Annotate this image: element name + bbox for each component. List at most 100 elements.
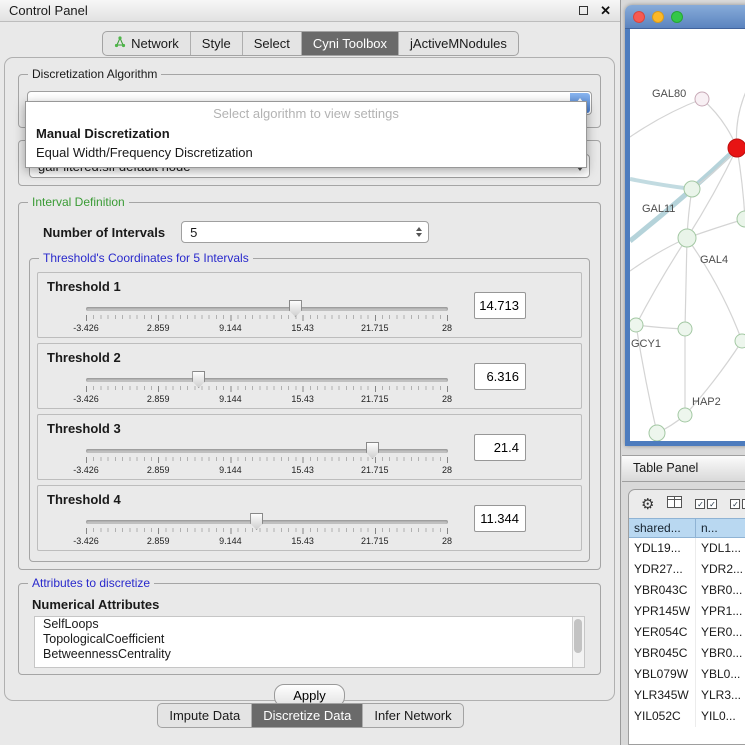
tab-impute-data[interactable]: Impute Data — [158, 704, 251, 727]
network-node[interactable] — [737, 211, 745, 227]
threshold-value-field[interactable] — [474, 434, 526, 461]
table-row[interactable]: YDR27...YDR2... — [629, 559, 745, 580]
axis-label: 15.43 — [291, 465, 314, 475]
network-node[interactable] — [649, 425, 665, 441]
zoom-traffic-light-icon[interactable] — [671, 11, 683, 23]
num-intervals-label: Number of Intervals — [43, 225, 165, 240]
network-node[interactable] — [678, 408, 692, 422]
threshold-slider[interactable]: -3.4262.8599.14415.4321.71528 — [86, 441, 448, 479]
dropdown-option-equal-width[interactable]: Equal Width/Frequency Discretization — [26, 143, 586, 162]
close-icon[interactable]: ✕ — [600, 3, 611, 19]
table-row[interactable]: YBR043CYBR0... — [629, 580, 745, 601]
table-cell[interactable]: YPR145W — [629, 601, 696, 622]
axis-labels: -3.4262.8599.14415.4321.71528 — [86, 465, 447, 476]
slider-track[interactable] — [86, 449, 448, 453]
close-traffic-light-icon[interactable] — [633, 11, 645, 23]
threshold-slider[interactable]: -3.4262.8599.14415.4321.71528 — [86, 299, 448, 337]
network-edge — [737, 148, 745, 219]
threshold-value-field[interactable] — [474, 292, 526, 319]
gear-icon[interactable]: ⚙ — [641, 495, 654, 513]
network-icon — [114, 36, 126, 51]
threshold-label: Threshold 1 — [47, 279, 121, 294]
table-row[interactable]: YBR045CYBR0... — [629, 643, 745, 664]
network-window-titlebar[interactable] — [625, 5, 745, 29]
network-node-label: GAL11 — [642, 203, 675, 215]
tab-style[interactable]: Style — [190, 32, 242, 55]
minimize-traffic-light-icon[interactable] — [652, 11, 664, 23]
columns-icon[interactable] — [667, 495, 682, 513]
threshold-slider[interactable]: -3.4262.8599.14415.4321.71528 — [86, 512, 448, 550]
table-cell[interactable]: YDR2... — [696, 559, 745, 580]
axis-labels: -3.4262.8599.14415.4321.71528 — [86, 323, 447, 334]
table-cell[interactable]: YBR043C — [629, 580, 696, 601]
list-item[interactable]: TopologicalCoefficient — [35, 632, 584, 647]
table-cell[interactable]: YDL19... — [629, 538, 696, 559]
tab-label: Impute Data — [169, 708, 240, 723]
table-cell[interactable]: YER054C — [629, 622, 696, 643]
table-row[interactable]: YER054CYER0... — [629, 622, 745, 643]
table-row[interactable]: YIL052CYIL0... — [629, 706, 745, 727]
table-cell[interactable]: YDL1... — [696, 538, 745, 559]
table-row[interactable]: YDL19...YDL1... — [629, 538, 745, 559]
num-intervals-combobox[interactable]: 5 — [181, 221, 429, 243]
attributes-list[interactable]: SelfLoopsTopologicalCoefficientBetweenne… — [34, 616, 585, 668]
float-window-icon[interactable] — [579, 6, 588, 15]
threshold-slider[interactable]: -3.4262.8599.14415.4321.71528 — [86, 370, 448, 408]
tab-jactivemnodules[interactable]: jActiveMNodules — [398, 32, 518, 55]
tab-cyni-toolbox[interactable]: Cyni Toolbox — [301, 32, 398, 55]
slider-track[interactable] — [86, 307, 448, 311]
thresholds-group: Threshold's Coordinates for 5 Intervals … — [29, 258, 590, 562]
network-node[interactable] — [630, 318, 643, 332]
scrollbar-thumb[interactable] — [574, 619, 582, 653]
table-cell[interactable]: YIL0... — [696, 706, 745, 727]
slider-track[interactable] — [86, 378, 448, 382]
tab-select[interactable]: Select — [242, 32, 301, 55]
table-row[interactable]: YLR345WYLR3... — [629, 685, 745, 706]
tab-network[interactable]: Network — [103, 32, 190, 55]
attributes-list-items: SelfLoopsTopologicalCoefficientBetweenne… — [35, 617, 584, 662]
table-row[interactable]: YBL079WYBL0... — [629, 664, 745, 685]
table-cell[interactable]: YBR045C — [629, 643, 696, 664]
threshold-value-field[interactable] — [474, 363, 526, 390]
dropdown-option-manual[interactable]: Manual Discretization — [26, 124, 586, 143]
axis-labels: -3.4262.8599.14415.4321.71528 — [86, 536, 447, 547]
axis-label: 21.715 — [361, 394, 389, 404]
network-view-frame: GAL80GAL11GAL4GCY1HAP2 — [625, 29, 745, 446]
select-rows-icon[interactable]: ✓ — [730, 499, 745, 509]
attributes-scrollbar[interactable] — [572, 617, 584, 667]
table-cell[interactable]: YBL0... — [696, 664, 745, 685]
table-cell[interactable]: YPR1... — [696, 601, 745, 622]
column-header-name[interactable]: n... — [696, 518, 745, 538]
table-cell[interactable]: YBL079W — [629, 664, 696, 685]
table-cell[interactable]: YLR3... — [696, 685, 745, 706]
slider-track[interactable] — [86, 520, 448, 524]
threshold-panel: Threshold 3 -3.4262.8599.14415.4321.7152… — [37, 414, 582, 480]
select-columns-icon[interactable]: ✓ ✓ — [695, 499, 717, 509]
checkbox-icon: ✓ — [730, 499, 740, 509]
network-node[interactable] — [735, 334, 745, 348]
network-node-label: GAL80 — [652, 88, 686, 100]
table-cell[interactable]: YDR27... — [629, 559, 696, 580]
network-node[interactable] — [684, 181, 700, 197]
table-cell[interactable]: YBR0... — [696, 580, 745, 601]
table-row[interactable]: YPR145WYPR1... — [629, 601, 745, 622]
network-node[interactable] — [678, 322, 692, 336]
table-cell[interactable]: YIL052C — [629, 706, 696, 727]
table-cell[interactable]: YER0... — [696, 622, 745, 643]
list-item[interactable]: SelfLoops — [35, 617, 584, 632]
table-cell[interactable]: YLR345W — [629, 685, 696, 706]
network-node[interactable] — [695, 92, 709, 106]
threshold-value-field[interactable] — [474, 505, 526, 532]
network-node[interactable] — [728, 139, 745, 157]
network-edge — [685, 238, 687, 329]
list-item[interactable]: BetweennessCentrality — [35, 647, 584, 662]
tab-infer-network[interactable]: Infer Network — [362, 704, 462, 727]
algorithm-dropdown-popup: Select algorithm to view settings Manual… — [25, 101, 587, 168]
tab-discretize-data[interactable]: Discretize Data — [251, 704, 362, 727]
network-node[interactable] — [678, 229, 696, 247]
column-header-shared-name[interactable]: shared... — [629, 518, 696, 538]
group-title: Threshold's Coordinates for 5 Intervals — [39, 251, 253, 265]
network-canvas[interactable]: GAL80GAL11GAL4GCY1HAP2 — [630, 29, 745, 441]
table-cell[interactable]: YBR0... — [696, 643, 745, 664]
group-title: Discretization Algorithm — [28, 67, 161, 81]
